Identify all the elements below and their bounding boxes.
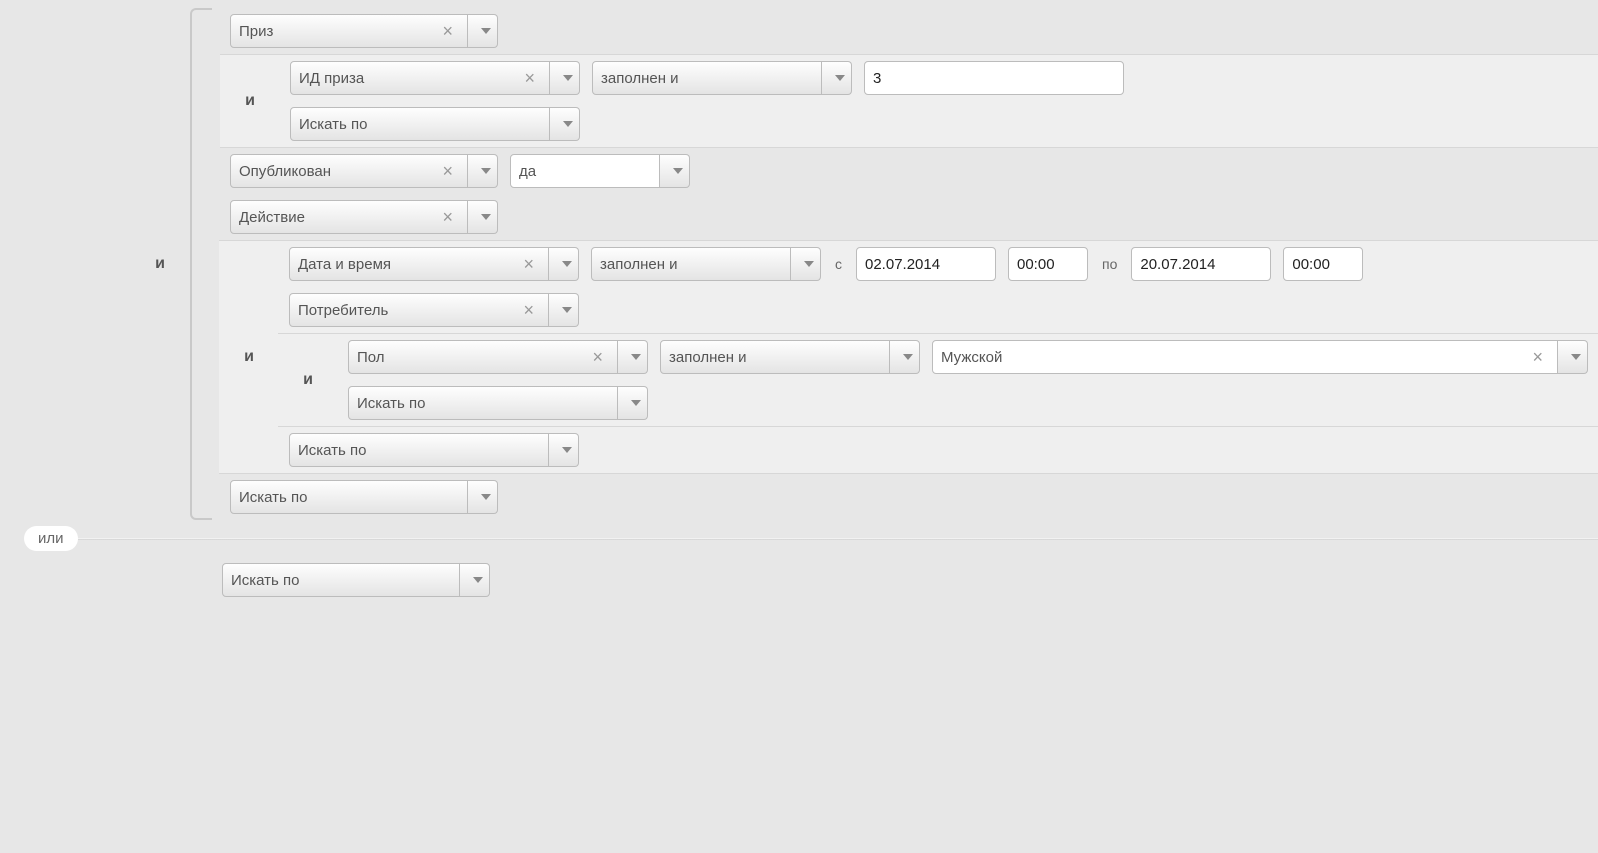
field-select-prize-label: Приз bbox=[239, 23, 436, 40]
field-select-action-label: Действие bbox=[239, 209, 436, 226]
chevron-down-icon bbox=[673, 168, 683, 174]
group-operator-and: и bbox=[220, 55, 280, 147]
value-select-gender-label: Мужской bbox=[941, 349, 1526, 366]
field-select-prize-id-label: ИД приза bbox=[299, 70, 518, 87]
and-label: и bbox=[140, 255, 180, 273]
operator-select-filled[interactable]: заполнен и bbox=[591, 247, 791, 281]
chevron-down-icon bbox=[481, 494, 491, 500]
search-by-label: Искать по bbox=[299, 116, 541, 133]
chevron-down-icon bbox=[804, 261, 814, 267]
filter-builder: и Приз × и bbox=[0, 0, 1598, 633]
field-select-consumer[interactable]: Потребитель × bbox=[289, 293, 549, 327]
and-label: и bbox=[288, 371, 328, 389]
time-from-input[interactable]: 00:00 bbox=[1008, 247, 1088, 281]
chevron-down-icon bbox=[481, 28, 491, 34]
dropdown-toggle[interactable] bbox=[550, 107, 580, 141]
chevron-down-icon bbox=[562, 261, 572, 267]
dropdown-toggle[interactable] bbox=[550, 61, 580, 95]
field-select-action[interactable]: Действие × bbox=[230, 200, 468, 234]
chevron-down-icon bbox=[473, 577, 483, 583]
value-select-published[interactable]: да bbox=[510, 154, 660, 188]
dropdown-toggle[interactable] bbox=[549, 293, 579, 327]
field-select-published-label: Опубликован bbox=[239, 163, 436, 180]
date-to-input[interactable]: 20.07.2014 bbox=[1131, 247, 1271, 281]
dropdown-toggle[interactable] bbox=[468, 480, 498, 514]
clear-icon[interactable]: × bbox=[436, 162, 459, 180]
field-select-search-by[interactable]: Искать по bbox=[289, 433, 549, 467]
dropdown-toggle[interactable] bbox=[660, 154, 690, 188]
field-select-search-by[interactable]: Искать по bbox=[348, 386, 618, 420]
dropdown-toggle[interactable] bbox=[460, 563, 490, 597]
or-operator-pill[interactable]: или bbox=[24, 526, 78, 551]
chevron-down-icon bbox=[481, 168, 491, 174]
field-select-datetime[interactable]: Дата и время × bbox=[289, 247, 549, 281]
field-select-gender-label: Пол bbox=[357, 349, 586, 366]
dropdown-toggle[interactable] bbox=[1558, 340, 1588, 374]
search-by-label: Искать по bbox=[298, 442, 540, 459]
clear-icon[interactable]: × bbox=[586, 348, 609, 366]
clear-icon[interactable]: × bbox=[518, 69, 541, 87]
dropdown-toggle[interactable] bbox=[618, 386, 648, 420]
dropdown-toggle[interactable] bbox=[822, 61, 852, 95]
clear-icon[interactable]: × bbox=[517, 255, 540, 273]
field-select-consumer-label: Потребитель bbox=[298, 302, 517, 319]
field-select-search-by[interactable]: Искать по bbox=[230, 480, 468, 514]
value-select-published-label: да bbox=[519, 163, 651, 180]
clear-icon[interactable]: × bbox=[436, 208, 459, 226]
dropdown-toggle[interactable] bbox=[468, 154, 498, 188]
and-label: и bbox=[229, 348, 269, 366]
operator-select-label: заполнен и bbox=[600, 256, 782, 273]
value-select-gender[interactable]: Мужской × bbox=[932, 340, 1558, 374]
dropdown-toggle[interactable] bbox=[890, 340, 920, 374]
field-select-gender[interactable]: Пол × bbox=[348, 340, 618, 374]
group-operator-and: и bbox=[130, 8, 190, 520]
dropdown-toggle[interactable] bbox=[468, 14, 498, 48]
value-input-prize-id[interactable]: 3 bbox=[864, 61, 1124, 95]
clear-icon[interactable]: × bbox=[517, 301, 540, 319]
field-select-prize[interactable]: Приз × bbox=[230, 14, 468, 48]
clear-icon[interactable]: × bbox=[1526, 348, 1549, 366]
dropdown-toggle[interactable] bbox=[618, 340, 648, 374]
operator-select-filled[interactable]: заполнен и bbox=[592, 61, 822, 95]
chevron-down-icon bbox=[835, 75, 845, 81]
chevron-down-icon bbox=[562, 447, 572, 453]
chevron-down-icon bbox=[562, 307, 572, 313]
field-select-search-by[interactable]: Искать по bbox=[222, 563, 460, 597]
chevron-down-icon bbox=[563, 121, 573, 127]
dropdown-toggle[interactable] bbox=[549, 247, 579, 281]
chevron-down-icon bbox=[481, 214, 491, 220]
operator-select-label: заполнен и bbox=[669, 349, 881, 366]
date-from-input[interactable]: 02.07.2014 bbox=[856, 247, 996, 281]
and-label: и bbox=[230, 92, 270, 110]
divider bbox=[78, 538, 1598, 540]
group-operator-and: и bbox=[219, 241, 279, 473]
group-operator-and: и bbox=[278, 334, 338, 426]
field-select-datetime-label: Дата и время bbox=[298, 256, 517, 273]
chevron-down-icon bbox=[563, 75, 573, 81]
dropdown-toggle[interactable] bbox=[549, 433, 579, 467]
chevron-down-icon bbox=[631, 400, 641, 406]
to-label: по bbox=[1100, 256, 1119, 272]
dropdown-toggle[interactable] bbox=[791, 247, 821, 281]
chevron-down-icon bbox=[631, 354, 641, 360]
field-select-published[interactable]: Опубликован × bbox=[230, 154, 468, 188]
time-to-input[interactable]: 00:00 bbox=[1283, 247, 1363, 281]
from-label: с bbox=[833, 256, 844, 272]
dropdown-toggle[interactable] bbox=[468, 200, 498, 234]
search-by-label: Искать по bbox=[239, 489, 459, 506]
search-by-label: Искать по bbox=[357, 395, 609, 412]
bracket-icon bbox=[190, 8, 212, 520]
chevron-down-icon bbox=[903, 354, 913, 360]
field-select-prize-id[interactable]: ИД приза × bbox=[290, 61, 550, 95]
clear-icon[interactable]: × bbox=[436, 22, 459, 40]
operator-select-label: заполнен и bbox=[601, 70, 813, 87]
field-select-search-by[interactable]: Искать по bbox=[290, 107, 550, 141]
operator-select-filled[interactable]: заполнен и bbox=[660, 340, 890, 374]
chevron-down-icon bbox=[1571, 354, 1581, 360]
search-by-label: Искать по bbox=[231, 572, 451, 589]
